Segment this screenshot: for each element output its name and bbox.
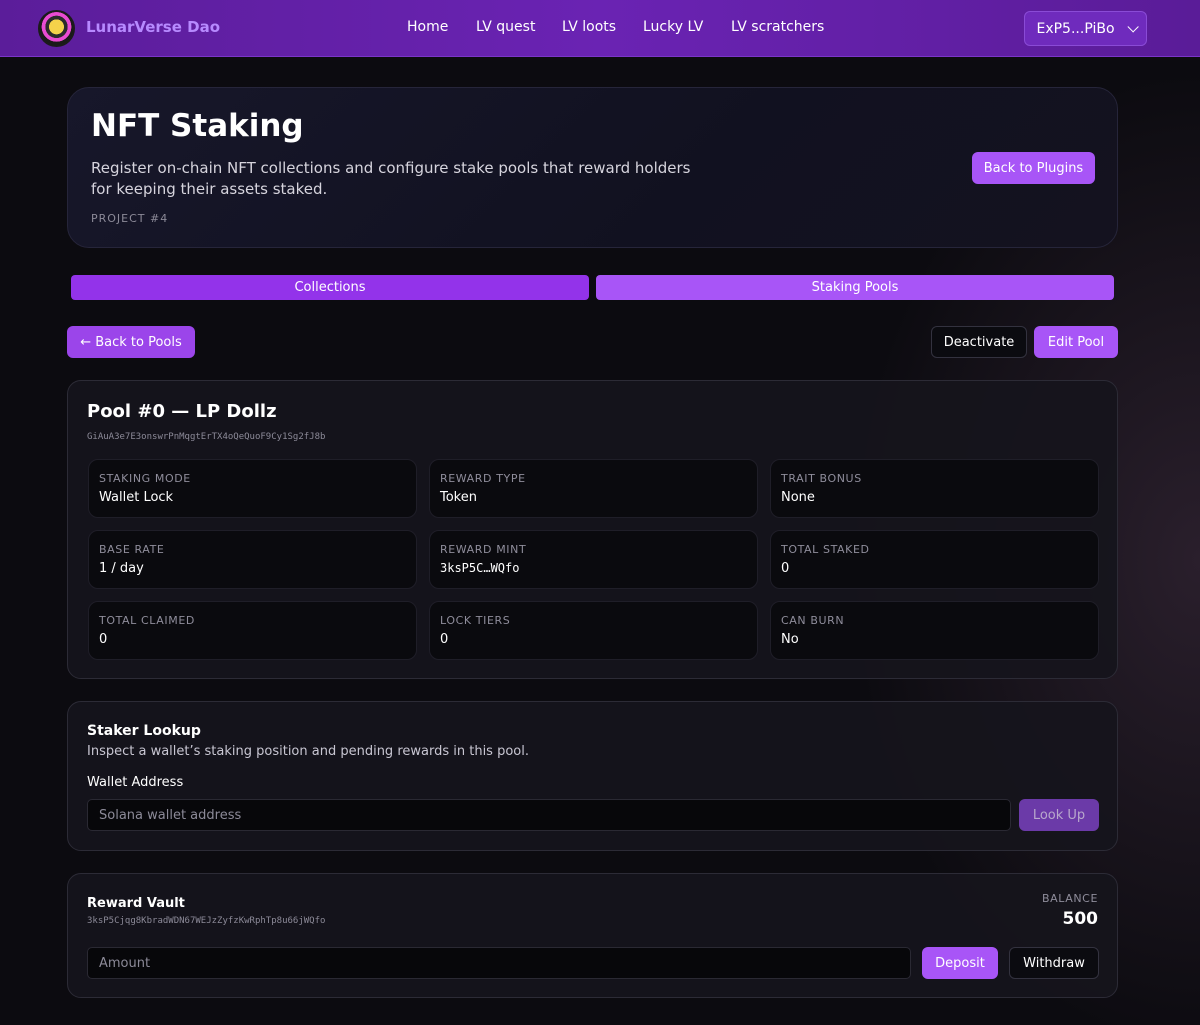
- pool-details-card: Pool #0 — LP Dollz GiAuA3e7E3onswrPnMqgt…: [67, 380, 1118, 679]
- vault-address: 3ksP5Cjqg8KbradWDN67WEJzZyfzKwRphTp8u66j…: [87, 916, 326, 926]
- wallet-address-label: Wallet Address: [87, 775, 184, 790]
- pool-address: GiAuA3e7E3onswrPnMqgtErTX4oQeQuoF9Cy1Sg2…: [87, 432, 326, 442]
- look-up-button[interactable]: Look Up: [1019, 799, 1099, 831]
- stat-label: REWARD MINT: [440, 543, 527, 556]
- stat-base-rate: BASE RATE 1 / day: [88, 530, 417, 589]
- section-title: Staker Lookup: [87, 723, 201, 739]
- stat-total-claimed: TOTAL CLAIMED 0: [88, 601, 417, 660]
- project-label: PROJECT #4: [91, 212, 169, 225]
- stat-label: BASE RATE: [99, 543, 165, 556]
- wallet-address: ExP5...PiBo: [1036, 20, 1115, 37]
- staker-lookup-card: Staker Lookup Inspect a wallet’s staking…: [67, 701, 1118, 851]
- nav-home[interactable]: Home: [407, 19, 448, 35]
- deposit-button[interactable]: Deposit: [922, 947, 998, 979]
- pool-title: Pool #0 — LP Dollz: [87, 401, 277, 422]
- stat-reward-mint: REWARD MINT 3ksP5C…WQfo: [429, 530, 758, 589]
- withdraw-button[interactable]: Withdraw: [1009, 947, 1099, 979]
- edit-pool-button[interactable]: Edit Pool: [1034, 326, 1118, 358]
- section-title: Reward Vault: [87, 896, 185, 911]
- reward-vault-card: Reward Vault 3ksP5Cjqg8KbradWDN67WEJzZyf…: [67, 873, 1118, 998]
- nav-lv-quest[interactable]: LV quest: [476, 19, 535, 35]
- top-navbar: LunarVerse Dao Home LV quest LV loots Lu…: [0, 0, 1200, 57]
- wallet-button[interactable]: ExP5...PiBo: [1024, 11, 1147, 46]
- page-description: Register on-chain NFT collections and co…: [91, 159, 691, 198]
- stat-label: LOCK TIERS: [440, 614, 511, 627]
- stat-label: CAN BURN: [781, 614, 845, 627]
- stat-label: TOTAL CLAIMED: [99, 614, 195, 627]
- balance-label: BALANCE: [1041, 892, 1098, 905]
- stat-value: Token: [440, 490, 477, 505]
- nav-lv-loots[interactable]: LV loots: [562, 19, 616, 35]
- logo-icon[interactable]: [38, 10, 75, 47]
- stat-value: No: [781, 632, 799, 647]
- stat-lock-tiers: LOCK TIERS 0: [429, 601, 758, 660]
- stat-total-staked: TOTAL STAKED 0: [770, 530, 1099, 589]
- back-to-plugins-button[interactable]: Back to Plugins: [972, 152, 1095, 184]
- tab-staking-pools[interactable]: Staking Pools: [596, 275, 1114, 300]
- section-subtitle: Inspect a wallet’s staking position and …: [87, 744, 529, 759]
- stat-label: TRAIT BONUS: [781, 472, 862, 485]
- stat-label: REWARD TYPE: [440, 472, 526, 485]
- stat-value: 0: [99, 632, 108, 647]
- stat-value: 1 / day: [99, 561, 144, 576]
- stat-value: Wallet Lock: [99, 490, 174, 505]
- stat-value: 0: [781, 561, 790, 576]
- page-title: NFT Staking: [91, 108, 304, 144]
- nav-lv-scratchers[interactable]: LV scratchers: [731, 19, 824, 35]
- stat-staking-mode: STAKING MODE Wallet Lock: [88, 459, 417, 518]
- stat-label: TOTAL STAKED: [781, 543, 870, 556]
- nav-lucky-lv[interactable]: Lucky LV: [643, 19, 703, 35]
- stat-value: 3ksP5C…WQfo: [440, 561, 520, 575]
- stat-value: None: [781, 490, 815, 505]
- hero-panel: NFT Staking Register on-chain NFT collec…: [67, 87, 1118, 248]
- tab-collections[interactable]: Collections: [71, 275, 589, 300]
- stat-label: STAKING MODE: [99, 472, 191, 485]
- stat-value: 0: [440, 632, 449, 647]
- balance-value: 500: [1062, 909, 1099, 929]
- wallet-address-input[interactable]: Solana wallet address: [87, 799, 1011, 831]
- amount-input[interactable]: Amount: [87, 947, 911, 979]
- stat-trait-bonus: TRAIT BONUS None: [770, 459, 1099, 518]
- brand-name[interactable]: LunarVerse Dao: [86, 18, 220, 36]
- stat-can-burn: CAN BURN No: [770, 601, 1099, 660]
- chevron-down-icon: [1126, 20, 1139, 33]
- deactivate-button[interactable]: Deactivate: [931, 326, 1027, 358]
- back-to-pools-button[interactable]: ← Back to Pools: [67, 326, 195, 358]
- stat-reward-type: REWARD TYPE Token: [429, 459, 758, 518]
